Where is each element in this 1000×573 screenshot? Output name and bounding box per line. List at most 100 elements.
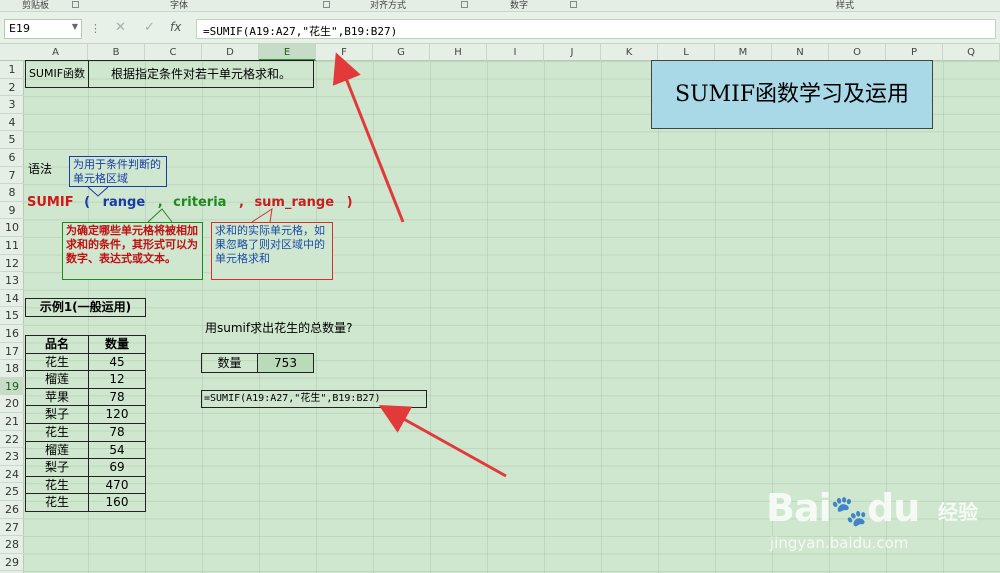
formula-input[interactable]: =SUMIF(A19:A27,"花生",B19:B27) [196, 19, 996, 39]
row-header-23[interactable]: 23 [0, 448, 24, 466]
dialog-launcher-icon[interactable] [461, 1, 468, 8]
row-header-16[interactable]: 16 [0, 325, 24, 343]
cell-b1-description[interactable]: 根据指定条件对若干单元格求和。 [88, 60, 314, 88]
column-header-q[interactable]: Q [943, 44, 1000, 61]
column-header-b[interactable]: B [88, 44, 145, 61]
column-header-f[interactable]: F [316, 44, 373, 61]
column-header-l[interactable]: L [658, 44, 715, 61]
ribbon-group-font: 字体 [170, 1, 189, 11]
watermark-brand-2: du [867, 486, 920, 530]
table-cell-name[interactable]: 苹果 [25, 387, 89, 407]
row-header-5[interactable]: 5 [0, 131, 24, 149]
table-cell-qty[interactable]: 69 [88, 458, 146, 477]
syntax-line: SUMIF ( range , criteria , sum_range ) [27, 195, 353, 210]
row-header-3[interactable]: 3 [0, 96, 24, 114]
table-cell-name[interactable]: 花生 [25, 493, 89, 512]
enter-icon[interactable]: ✓ [144, 20, 155, 35]
column-header-g[interactable]: G [373, 44, 430, 61]
chevron-down-icon[interactable]: ▼ [72, 22, 78, 31]
row-header-12[interactable]: 12 [0, 255, 24, 273]
table-cell-name[interactable]: 梨子 [25, 405, 89, 424]
table-header-qty[interactable]: 数量 [88, 335, 146, 354]
dialog-launcher-icon[interactable] [323, 1, 330, 8]
row-header-15[interactable]: 15 [0, 307, 24, 325]
column-header-a[interactable]: A [24, 44, 88, 61]
callout-criteria: 为确定哪些单元格将被相加求和的条件，其形式可以为数字、表达式或文本。 [62, 222, 203, 280]
row-header-1[interactable]: 1 [0, 61, 24, 79]
watermark-cn: 经验 [938, 500, 978, 524]
table-cell-qty[interactable]: 12 [88, 370, 146, 389]
more-options-icon[interactable]: ⋮ [90, 22, 101, 35]
question-text: 用sumif求出花生的总数量? [205, 321, 353, 335]
table-header-name[interactable]: 品名 [25, 335, 89, 354]
table-cell-qty[interactable]: 120 [88, 405, 146, 424]
row-header-18[interactable]: 18 [0, 360, 24, 378]
syntax-close-paren: ) [346, 195, 353, 210]
column-header-m[interactable]: M [715, 44, 772, 61]
row-header-29[interactable]: 29 [0, 554, 24, 572]
column-header-h[interactable]: H [430, 44, 487, 61]
table-cell-qty[interactable]: 160 [88, 493, 146, 512]
column-header-n[interactable]: N [772, 44, 829, 61]
dialog-launcher-icon[interactable] [570, 1, 577, 8]
column-header-i[interactable]: I [487, 44, 544, 61]
row-header-6[interactable]: 6 [0, 149, 24, 167]
column-header-c[interactable]: C [145, 44, 202, 61]
table-cell-name[interactable]: 榴莲 [25, 370, 89, 389]
row-header-2[interactable]: 2 [0, 79, 24, 97]
syntax-range: range [102, 195, 146, 210]
insert-function-icon[interactable]: fx [170, 20, 181, 34]
row-header-20[interactable]: 20 [0, 395, 24, 413]
title-banner[interactable]: SUMIF函数学习及运用 [651, 60, 933, 129]
cell-a1[interactable]: SUMIF函数 [25, 60, 89, 88]
ribbon-group-clipboard: 剪贴板 [22, 1, 50, 11]
syntax-label: 语法 [28, 162, 53, 176]
column-header-o[interactable]: O [829, 44, 886, 61]
cancel-icon[interactable]: ✕ [115, 20, 126, 35]
row-header-21[interactable]: 21 [0, 413, 24, 431]
row-header-14[interactable]: 14 [0, 290, 24, 308]
row-header-column: 1 2 3 4 5 6 7 8 9 10 11 12 13 14 15 16 17 18 19 20 21 22 23 24 2… [0, 61, 24, 573]
table-cell-name[interactable]: 榴莲 [25, 440, 89, 460]
row-header-4[interactable]: 4 [0, 114, 24, 132]
row-header-24[interactable]: 24 [0, 466, 24, 484]
paw-icon: 🐾 [830, 494, 868, 529]
table-cell-qty[interactable]: 78 [88, 423, 146, 442]
column-header-k[interactable]: K [601, 44, 658, 61]
example-title[interactable]: 示例1(一般运用) [25, 298, 146, 317]
column-header-row: ABCDEFGHIJKLMNOPQ [0, 44, 1000, 61]
table-cell-qty[interactable]: 54 [88, 440, 146, 460]
name-box[interactable]: E19 ▼ [4, 19, 82, 39]
row-header-8[interactable]: 8 [0, 184, 24, 202]
syntax-sum-range: sum_range [254, 195, 335, 210]
column-header-e[interactable]: E [259, 44, 316, 61]
row-header-13[interactable]: 13 [0, 272, 24, 290]
row-header-22[interactable]: 22 [0, 431, 24, 449]
row-header-25[interactable]: 25 [0, 483, 24, 501]
row-header-10[interactable]: 10 [0, 219, 24, 237]
row-header-9[interactable]: 9 [0, 202, 24, 220]
dialog-launcher-icon[interactable] [72, 1, 79, 8]
column-header-j[interactable]: J [544, 44, 601, 61]
grid-column-line [601, 61, 602, 573]
formula-text-cell[interactable]: =SUMIF(A19:A27,"花生",B19:B27) [201, 390, 427, 408]
table-cell-name[interactable]: 梨子 [25, 458, 89, 477]
column-header-p[interactable]: P [886, 44, 943, 61]
table-cell-qty[interactable]: 78 [88, 387, 146, 407]
qty-value-cell[interactable]: 753 [257, 353, 314, 373]
row-header-11[interactable]: 11 [0, 237, 24, 255]
table-cell-name[interactable]: 花生 [25, 475, 89, 495]
table-cell-qty[interactable]: 470 [88, 475, 146, 495]
syntax-criteria: criteria [173, 195, 227, 210]
row-header-17[interactable]: 17 [0, 343, 24, 361]
row-header-27[interactable]: 27 [0, 519, 24, 537]
row-header-26[interactable]: 26 [0, 501, 24, 519]
table-cell-name[interactable]: 花生 [25, 423, 89, 442]
table-cell-qty[interactable]: 45 [88, 352, 146, 372]
row-header-19[interactable]: 19 [0, 377, 24, 396]
row-header-7[interactable]: 7 [0, 167, 24, 185]
column-header-d[interactable]: D [202, 44, 259, 61]
row-header-28[interactable]: 28 [0, 536, 24, 554]
qty-label-cell[interactable]: 数量 [201, 353, 258, 373]
table-cell-name[interactable]: 花生 [25, 352, 89, 372]
